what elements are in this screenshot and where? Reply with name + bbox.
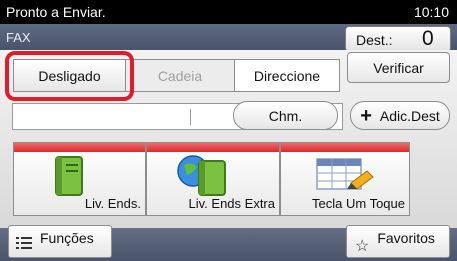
- chm-button-label: Chm.: [268, 107, 303, 124]
- external-address-book-label: Liv. Ends Extra: [188, 196, 275, 211]
- favorites-label: Favoritos: [377, 229, 435, 246]
- plus-icon: +: [360, 104, 372, 127]
- list-icon: [16, 236, 32, 253]
- clock: 10:10: [413, 4, 449, 20]
- address-book-label: Liv. Ends.: [84, 196, 141, 211]
- highlight-outline: [5, 51, 134, 101]
- tile-red-bar: [147, 143, 279, 152]
- functions-label: Funções: [40, 229, 94, 246]
- chm-button[interactable]: Chm.: [233, 101, 338, 130]
- address-button-label: Direccione: [253, 67, 321, 84]
- chain-button-label: Cadeia: [157, 67, 203, 84]
- one-touch-key-label: Tecla Um Toque: [312, 196, 405, 211]
- status-bar: Pronto a Enviar. 10:10: [0, 0, 457, 24]
- destination-counter: Dest.: 0: [345, 26, 451, 52]
- address-book-icon: [52, 155, 86, 202]
- destination-count: 0: [422, 27, 434, 50]
- tile-red-bar: [281, 143, 409, 152]
- destination-label: Dest.:: [356, 32, 393, 48]
- chain-button[interactable]: Cadeia: [126, 59, 234, 92]
- star-icon: ☆: [355, 237, 370, 255]
- tile-red-bar: [14, 143, 145, 152]
- verify-button-label: Verificar: [373, 59, 424, 76]
- field-divider: [190, 109, 191, 125]
- favorites-button[interactable]: ☆ Favoritos: [346, 225, 450, 258]
- status-text: Pronto a Enviar.: [6, 4, 106, 20]
- external-address-book-icon: [177, 153, 231, 202]
- page-title: FAX: [6, 30, 31, 45]
- functions-button[interactable]: Funções: [8, 225, 112, 258]
- address-button[interactable]: Direccione: [234, 59, 340, 92]
- add-destination-button[interactable]: + Adic.Dest: [350, 101, 450, 130]
- verify-button[interactable]: Verificar: [347, 52, 450, 83]
- one-touch-key-tile[interactable]: Tecla Um Toque: [280, 142, 410, 216]
- address-book-tile[interactable]: Liv. Ends.: [13, 142, 146, 216]
- one-touch-key-icon: [315, 153, 375, 200]
- add-destination-label: Adic.Dest: [379, 107, 440, 124]
- external-address-book-tile[interactable]: Liv. Ends Extra: [146, 142, 280, 216]
